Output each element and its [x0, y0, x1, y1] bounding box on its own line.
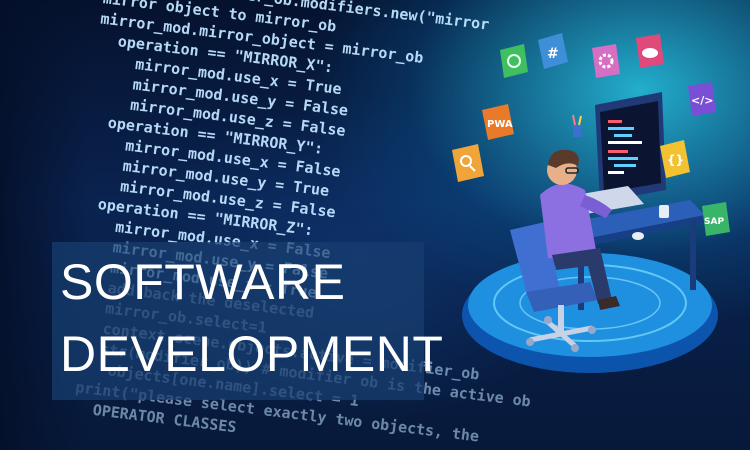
hero-banner: irror_mod = modifier_ob.modifiers.new("m…	[0, 0, 750, 450]
slack-icon: #	[538, 33, 568, 69]
headline-line-1: SOFTWARE	[60, 254, 346, 310]
pencil-cup	[573, 125, 582, 137]
svg-text:{}: {}	[667, 153, 684, 167]
headline-box: SOFTWARE DEVELOPMENT	[52, 242, 443, 400]
mug	[659, 205, 669, 218]
mouse	[632, 232, 644, 240]
gear-icon	[592, 44, 620, 78]
search-icon	[452, 144, 484, 182]
code-icon: </>	[688, 82, 716, 116]
pwa-icon: PWA	[482, 104, 514, 140]
sap-icon: SAP	[702, 202, 730, 236]
svg-text:SAP: SAP	[704, 217, 724, 227]
svg-text:#: #	[547, 46, 559, 62]
cloud-icon	[636, 34, 664, 68]
svg-text:</>: </>	[691, 94, 713, 107]
fingerprint-icon	[500, 44, 528, 78]
svg-text:PWA: PWA	[487, 119, 513, 130]
headline-line-2: DEVELOPMENT	[60, 326, 444, 382]
